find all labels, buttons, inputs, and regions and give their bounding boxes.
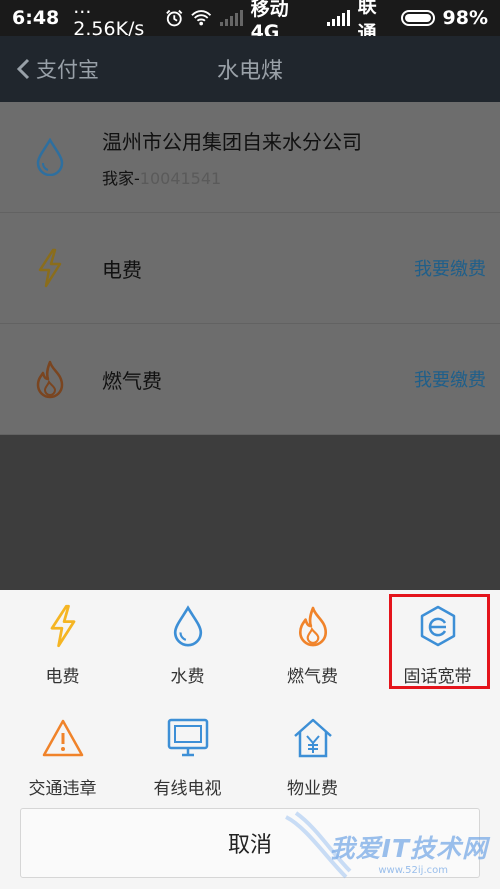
- bill-list: 温州市公用集团自来水分公司 我家-10041541 电费 我要缴费 燃气费 我要…: [0, 102, 500, 435]
- service-water[interactable]: 水费: [125, 590, 250, 700]
- service-electric[interactable]: 电费: [0, 590, 125, 700]
- warning-triangle-icon: [41, 714, 85, 762]
- service-label: 燃气费: [287, 667, 338, 687]
- flame-icon: [28, 357, 72, 401]
- service-tv[interactable]: 有线电视: [125, 702, 250, 812]
- back-label: 支付宝: [36, 58, 99, 82]
- service-traffic[interactable]: 交通违章: [0, 702, 125, 812]
- signal-icon: [219, 10, 243, 26]
- house-yen-icon: [291, 714, 335, 762]
- list-item-electric[interactable]: 电费 我要缴费: [0, 213, 500, 324]
- battery-icon: [400, 10, 435, 26]
- lightning-icon: [46, 602, 80, 650]
- chevron-left-icon: [16, 58, 30, 80]
- list-item-water[interactable]: 温州市公用集团自来水分公司 我家-10041541: [0, 102, 500, 213]
- dim-overlay[interactable]: [0, 435, 500, 590]
- gas-label: 燃气费: [102, 368, 162, 393]
- back-button[interactable]: 支付宝: [0, 36, 99, 102]
- account-number: 10041541: [139, 168, 222, 188]
- signal-icon: [326, 10, 350, 26]
- service-property[interactable]: 物业费: [250, 702, 375, 812]
- nav-bar: 支付宝 水电煤: [0, 36, 500, 102]
- service-label: 水费: [170, 667, 205, 687]
- service-action-sheet: 电费 水费 燃气费 固话宽带 交通违章 有线电视 物业费 取消 我爱IT技术网 …: [0, 590, 500, 889]
- service-label: 固话宽带: [403, 667, 472, 687]
- lightning-icon: [28, 246, 72, 290]
- status-time: 6:48: [12, 7, 60, 29]
- service-label: 电费: [45, 667, 80, 687]
- wifi-icon: [191, 10, 212, 26]
- account-label: 我家-: [102, 168, 140, 188]
- flame-icon: [295, 602, 331, 650]
- pay-gas-link[interactable]: 我要缴费: [414, 366, 486, 392]
- list-item-gas[interactable]: 燃气费 我要缴费: [0, 324, 500, 435]
- water-drop-icon: [28, 135, 72, 179]
- service-label: 有线电视: [153, 779, 222, 799]
- tv-icon: [166, 714, 210, 762]
- network-speed: ... 2.56K/s: [73, 0, 145, 40]
- water-company-name: 温州市公用集团自来水分公司: [102, 129, 362, 154]
- service-label: 交通违章: [28, 779, 97, 799]
- water-drop-icon: [172, 602, 204, 650]
- status-bar: 6:48 ... 2.56K/s 移动 4G 联通 98%: [0, 0, 500, 44]
- alarm-icon: [165, 9, 182, 27]
- pay-electric-link[interactable]: 我要缴费: [414, 255, 486, 281]
- service-label: 物业费: [287, 779, 338, 799]
- battery-level: 98%: [442, 7, 488, 29]
- electric-label: 电费: [102, 257, 142, 282]
- service-gas[interactable]: 燃气费: [250, 590, 375, 700]
- service-broadband[interactable]: 固话宽带: [375, 590, 500, 700]
- cancel-button[interactable]: 取消: [20, 808, 480, 878]
- broadband-e-icon: [416, 602, 460, 650]
